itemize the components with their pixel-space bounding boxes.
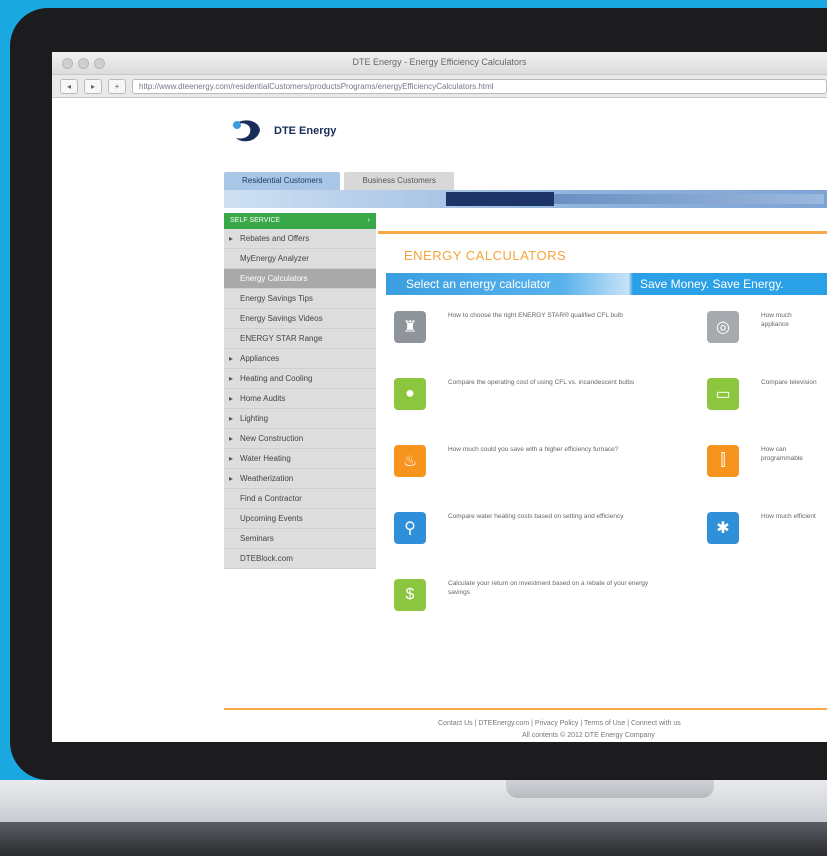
forward-button[interactable]: ▸ [84,78,102,94]
chevron-right-icon: › [367,217,370,224]
appliance-icon[interactable]: ◎ [707,311,739,343]
address-bar[interactable]: http://www.dteenergy.com/residentialCust… [132,78,827,94]
page-title: ENERGY CALCULATORS [404,248,567,263]
title-bar: DTE Energy - Energy Efficiency Calculato… [52,52,827,75]
footer-copyright: All contents © 2012 DTE Energy Company [522,732,655,739]
laptop-base [0,822,827,856]
calculator-item[interactable]: ⚲ Compare water heating costs based on se… [394,512,658,544]
sidebar-item[interactable]: Find a Contractor [224,489,376,509]
tab-business-customers[interactable]: Business Customers [344,172,454,190]
logo-text: DTE Energy [274,125,337,137]
bulb-icon[interactable]: ● [394,378,426,410]
sidebar-list: Rebates and OffersMyEnergy AnalyzerEnerg… [224,229,376,569]
sidebar-item[interactable]: Energy Savings Videos [224,309,376,329]
browser-toolbar: ◂ ▸ + http://www.dteenergy.com/residenti… [52,75,827,98]
subnav-active-item[interactable] [446,192,554,206]
laptop-notch [506,780,714,798]
calculator-description[interactable]: How can programmable [761,445,821,463]
sidebar-item[interactable]: Seminars [224,529,376,549]
laptop-bezel: DTE Energy - Energy Efficiency Calculato… [10,8,827,780]
forward-arrow-icon: ▸ [90,81,95,91]
tv-icon[interactable]: ▭ [707,378,739,410]
calculator-item[interactable]: ♨ How much could you save with a higher e… [394,445,658,477]
calculator-banner: Select an energy calculator Save Money. … [386,273,827,295]
site-logo[interactable]: DTE Energy [228,116,336,146]
flame-icon[interactable]: ♨ [394,445,426,477]
calculator-item[interactable]: ◎ How much appliance [707,311,821,343]
calculator-item[interactable]: ● Compare the operating cost of using CFL… [394,378,658,410]
calculator-description[interactable]: Compare television [761,378,821,387]
browser-window: DTE Energy - Energy Efficiency Calculato… [52,52,827,742]
calculator-description[interactable]: How to choose the right ENERGY STAR® qua… [448,311,658,320]
header-divider [378,231,827,234]
calculator-description[interactable]: Calculate your return on investment base… [448,579,658,597]
sidebar-item[interactable]: Rebates and Offers [224,229,376,249]
calculator-description[interactable]: Compare the operating cost of using CFL … [448,378,658,387]
banner-left-text: Select an energy calculator [406,277,551,291]
thermometer-icon[interactable]: ⫿ [707,445,739,477]
back-arrow-icon: ◂ [66,81,71,91]
money-icon[interactable]: $ [394,579,426,611]
sidebar-header-label: SELF SERVICE [230,217,281,224]
calculator-description[interactable]: Compare water heating costs based on set… [448,512,658,521]
sidebar-item[interactable]: MyEnergy Analyzer [224,249,376,269]
sidebar-item[interactable]: DTEBlock.com [224,549,376,569]
sidebar-item[interactable]: New Construction [224,429,376,449]
faucet-icon[interactable]: ⚲ [394,512,426,544]
calculator-description[interactable]: How much efficient [761,512,821,521]
banner-right-text: Save Money. Save Energy. [640,277,784,291]
sidebar-item[interactable]: Appliances [224,349,376,369]
calculator-description[interactable]: How much appliance [761,311,821,329]
sidebar: SELF SERVICE › Rebates and OffersMyEnerg… [224,213,376,569]
calculator-item[interactable]: ⫿ How can programmable [707,445,821,477]
sidebar-item[interactable]: Upcoming Events [224,509,376,529]
customer-tabs: Residential Customers Business Customers [224,172,454,190]
sidebar-item[interactable]: Energy Savings Tips [224,289,376,309]
window-title: DTE Energy - Energy Efficiency Calculato… [352,57,527,67]
lamp-icon[interactable]: ♜ [394,311,426,343]
calculator-item[interactable]: $ Calculate your return on investment bas… [394,579,658,611]
sidebar-item[interactable]: Heating and Cooling [224,369,376,389]
subnav-items [554,194,824,204]
sidebar-item[interactable]: Home Audits [224,389,376,409]
sub-navigation-bar[interactable] [224,190,827,208]
sidebar-header[interactable]: SELF SERVICE › [224,213,376,229]
dte-logo-icon [232,120,260,142]
calculator-item[interactable]: ✱ How much efficient [707,512,821,544]
footer-divider [224,708,827,710]
footer-links[interactable]: Contact Us | DTEEnergy.com | Privacy Pol… [438,720,681,727]
back-button[interactable]: ◂ [60,78,78,94]
calculator-item[interactable]: ▭ Compare television [707,378,821,410]
calculator-description[interactable]: How much could you save with a higher ef… [448,445,658,454]
plus-icon: + [114,81,120,91]
sidebar-item[interactable]: ENERGY STAR Range [224,329,376,349]
snowflake-icon[interactable]: ✱ [707,512,739,544]
sidebar-item[interactable]: Weatherization [224,469,376,489]
tab-residential-customers[interactable]: Residential Customers [224,172,341,190]
sidebar-item[interactable]: Water Heating [224,449,376,469]
sidebar-item[interactable]: Energy Calculators [224,269,376,289]
calculator-item[interactable]: ♜ How to choose the right ENERGY STAR® qu… [394,311,658,343]
sidebar-item[interactable]: Lighting [224,409,376,429]
add-button[interactable]: + [108,78,126,94]
